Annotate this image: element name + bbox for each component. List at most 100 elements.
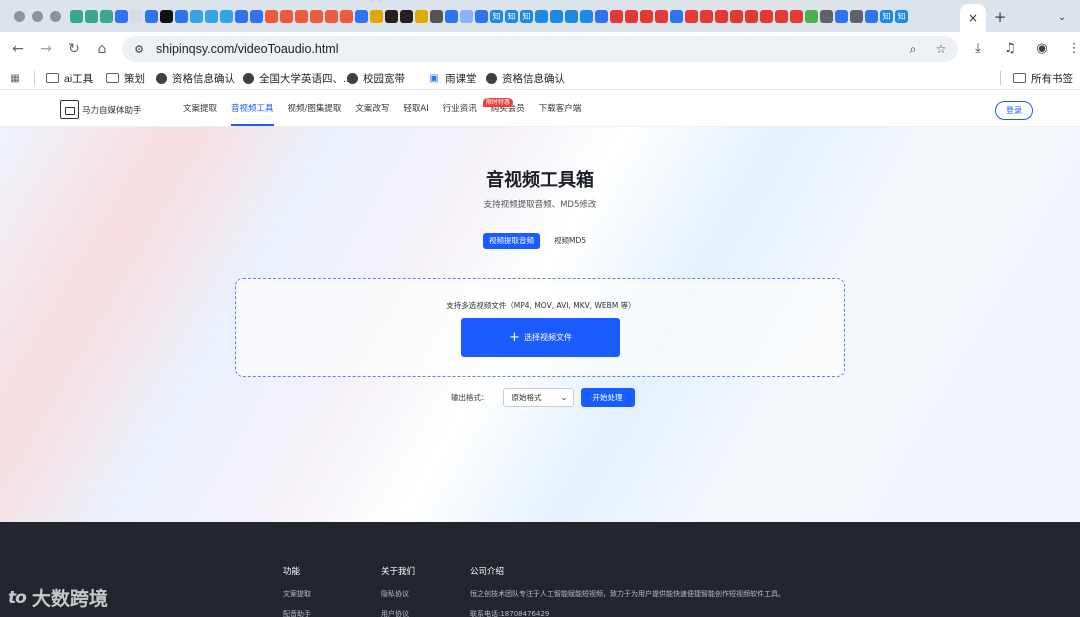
pinned-tab-favicon-icon[interactable] — [310, 9, 323, 23]
pinned-tab-favicon-icon[interactable] — [850, 9, 863, 23]
pinned-tab-favicon-icon[interactable] — [400, 9, 413, 23]
tab-search-icon[interactable]: ⌄ — [1052, 7, 1072, 27]
pinned-tab-favicon-icon[interactable] — [220, 9, 233, 23]
pinned-tab-favicon-icon[interactable] — [805, 9, 818, 23]
pinned-tab-favicon-icon[interactable] — [790, 9, 803, 23]
bookmark-campus-network[interactable]: 校园宽带 — [347, 70, 405, 86]
pinned-tab-favicon-icon[interactable] — [460, 9, 473, 23]
pinned-tab-favicon-icon[interactable]: 知 — [895, 9, 908, 23]
pinned-tab-favicon-icon[interactable] — [580, 9, 593, 23]
choose-video-button[interactable]: + 选择视频文件 — [461, 318, 620, 357]
pinned-tab-favicon-icon[interactable] — [685, 9, 698, 23]
pinned-tab-favicon-icon[interactable]: 知 — [520, 9, 533, 23]
pinned-tab-favicon-icon[interactable] — [835, 9, 848, 23]
footer-link-copy-extract[interactable]: 文案提取 — [283, 589, 311, 599]
pinned-tab-favicon-icon[interactable] — [160, 9, 173, 23]
pinned-tab-favicon-icon[interactable] — [820, 9, 833, 23]
pinned-tab-favicon-icon[interactable] — [760, 9, 773, 23]
pinned-tab-favicon-icon[interactable] — [130, 9, 143, 23]
pinned-tab-favicon-icon[interactable]: 知 — [505, 9, 518, 23]
pinned-tab-favicon-icon[interactable] — [445, 9, 458, 23]
menu-icon[interactable]: ⋮ — [1062, 36, 1080, 60]
bookmark-qualification-2[interactable]: 资格信息确认 — [486, 70, 565, 86]
apps-grid-icon[interactable]: ▦ — [9, 70, 21, 86]
media-icon[interactable]: ♫ — [998, 36, 1022, 60]
bookmark-cet[interactable]: 全国大学英语四、... — [243, 70, 352, 86]
pinned-tab-favicon-icon[interactable] — [610, 9, 623, 23]
nav-industry-news[interactable]: 行业资讯 — [443, 94, 477, 127]
active-tab[interactable]: × — [960, 4, 986, 32]
pinned-tab-favicon-icon[interactable]: 知 — [490, 9, 503, 23]
bookmark-planning[interactable]: 策划 — [106, 70, 145, 86]
footer-link-terms[interactable]: 用户协议 — [381, 609, 415, 617]
pinned-tab-favicon-icon[interactable] — [655, 9, 668, 23]
pinned-tab-favicon-icon[interactable] — [100, 9, 113, 23]
pinned-tab-favicon-icon[interactable] — [715, 9, 728, 23]
new-tab-button[interactable]: + — [990, 7, 1010, 27]
pinned-tab-favicon-icon[interactable] — [325, 9, 338, 23]
bookmark-ai-tools[interactable]: ai工具 — [46, 70, 93, 86]
pinned-tab-favicon-icon[interactable] — [295, 9, 308, 23]
pinned-tab-favicon-icon[interactable] — [625, 9, 638, 23]
pinned-tab-favicon-icon[interactable] — [730, 9, 743, 23]
pinned-tab-favicon-icon[interactable] — [565, 9, 578, 23]
nav-copy-extract[interactable]: 文案提取 — [183, 94, 217, 127]
pinned-tab-favicon-icon[interactable] — [340, 9, 353, 23]
pinned-tab-favicon-icon[interactable] — [280, 9, 293, 23]
pinned-tab-favicon-icon[interactable]: 知 — [880, 9, 893, 23]
pinned-tab-favicon-icon[interactable] — [700, 9, 713, 23]
pinned-tab-favicon-icon[interactable] — [595, 9, 608, 23]
tab-close-icon[interactable]: × — [968, 11, 978, 25]
profile-icon[interactable]: ◉ — [1030, 36, 1054, 60]
bookmark-rain-classroom[interactable]: ▣ 雨课堂 — [428, 70, 476, 86]
output-format-select[interactable]: 原始格式 ⌄ — [502, 388, 574, 407]
pinned-tab-favicon-icon[interactable] — [115, 9, 128, 23]
bookmark-qualification[interactable]: 资格信息确认 — [156, 70, 235, 86]
all-bookmarks[interactable]: 所有书签 — [1013, 70, 1073, 86]
pinned-tab-favicon-icon[interactable] — [415, 9, 428, 23]
download-icon[interactable]: ⤓ — [966, 36, 990, 60]
zoom-window-icon[interactable] — [50, 10, 61, 22]
tab-video-to-audio[interactable]: 视频提取音频 — [483, 233, 540, 249]
login-button[interactable]: 登录 — [995, 101, 1033, 120]
pinned-tab-favicon-icon[interactable] — [865, 9, 878, 23]
file-drop-zone[interactable]: 支持多选视频文件（MP4, MOV, AVI, MKV, WEBM 等） + 选… — [235, 278, 845, 377]
url-text[interactable]: shipinqsy.com/videoToaudio.html — [156, 42, 339, 56]
reload-icon[interactable]: ↻ — [60, 35, 88, 63]
pinned-tab-favicon-icon[interactable] — [355, 9, 368, 23]
forward-arrow-icon[interactable]: → — [32, 35, 60, 63]
pinned-tab-favicon-icon[interactable] — [235, 9, 248, 23]
site-info-icon[interactable]: ⚙ — [130, 40, 148, 58]
close-window-icon[interactable] — [14, 10, 25, 22]
back-arrow-icon[interactable]: ← — [4, 35, 32, 63]
pinned-tab-favicon-icon[interactable] — [175, 9, 188, 23]
pinned-tab-favicon-icon[interactable] — [535, 9, 548, 23]
bookmark-star-icon[interactable]: ☆ — [932, 40, 950, 58]
pinned-tab-favicon-icon[interactable] — [265, 9, 278, 23]
address-bar[interactable]: ⚙ shipinqsy.com/videoToaudio.html ⌕ ☆ — [122, 36, 958, 62]
site-logo[interactable]: 马力自媒体助手 — [60, 100, 142, 119]
pinned-tab-favicon-icon[interactable] — [670, 9, 683, 23]
footer-link-dubbing[interactable]: 配音助手 — [283, 609, 311, 617]
pinned-tab-favicon-icon[interactable] — [385, 9, 398, 23]
footer-link-privacy[interactable]: 隐私协议 — [381, 589, 415, 599]
pinned-tab-favicon-icon[interactable] — [190, 9, 203, 23]
minimize-window-icon[interactable] — [32, 10, 43, 22]
pinned-tab-favicon-icon[interactable] — [250, 9, 263, 23]
pinned-tab-favicon-icon[interactable] — [85, 9, 98, 23]
nav-copy-rewrite[interactable]: 文案改写 — [355, 94, 389, 127]
nav-video-gallery-extract[interactable]: 视频/图集提取 — [288, 94, 342, 127]
pinned-tab-favicon-icon[interactable] — [775, 9, 788, 23]
pinned-tab-favicon-icon[interactable] — [745, 9, 758, 23]
home-icon[interactable]: ⌂ — [88, 35, 116, 63]
zoom-icon[interactable]: ⌕ — [904, 40, 922, 58]
pinned-tab-favicon-icon[interactable] — [640, 9, 653, 23]
start-processing-button[interactable]: 开始处理 — [580, 388, 635, 407]
tab-video-md5[interactable]: 视频MD5 — [548, 233, 593, 249]
pinned-tab-favicon-icon[interactable] — [205, 9, 218, 23]
pinned-tab-favicon-icon[interactable] — [70, 9, 83, 23]
nav-av-tools[interactable]: 音视频工具 — [231, 94, 274, 127]
pinned-tab-favicon-icon[interactable] — [145, 9, 158, 23]
pinned-tab-favicon-icon[interactable] — [475, 9, 488, 23]
pinned-tab-favicon-icon[interactable] — [550, 9, 563, 23]
